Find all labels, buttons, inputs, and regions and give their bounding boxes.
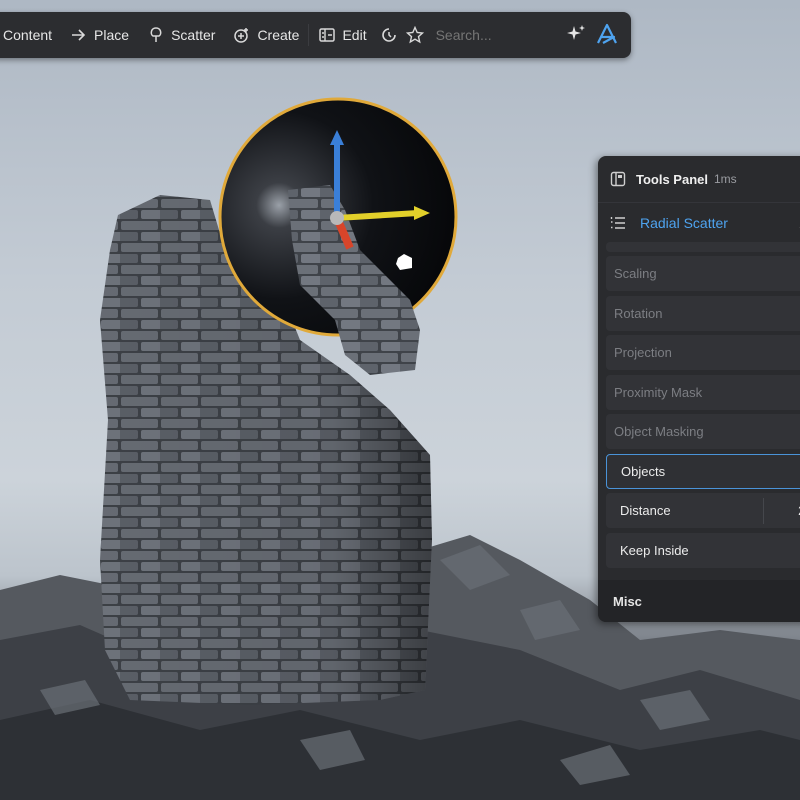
section-label: Object Masking <box>614 424 704 439</box>
toolbar-item-place[interactable]: Place <box>61 18 138 52</box>
tb-label-content: Content <box>3 27 53 43</box>
favorite-button[interactable] <box>402 18 428 52</box>
create-icon <box>234 28 249 43</box>
app-logo-button[interactable] <box>595 22 619 49</box>
panel-layout-icon[interactable] <box>610 171 626 187</box>
section-partial[interactable] <box>606 242 800 252</box>
distance-field[interactable]: Distance 2. <box>606 493 800 528</box>
list-icon <box>610 217 625 229</box>
panel-title: Tools Panel <box>636 171 708 187</box>
keep-inside-toggle[interactable]: Keep Inside <box>606 532 800 568</box>
section-proximity-mask[interactable]: Proximity Mask <box>606 374 800 410</box>
distance-label: Distance <box>620 503 671 518</box>
app-logo-icon <box>597 23 617 44</box>
edit-icon <box>319 28 336 42</box>
section-object-masking[interactable]: Object Masking <box>606 414 800 449</box>
section-misc[interactable]: Misc <box>598 580 800 622</box>
section-label: Rotation <box>614 305 663 321</box>
star-icon <box>405 26 424 44</box>
objects-label: Objects <box>621 463 666 479</box>
tool-selector[interactable]: Radial Scatter <box>598 203 800 243</box>
history-icon <box>381 28 396 42</box>
section-scaling[interactable]: Scaling <box>606 256 800 291</box>
misc-label: Misc <box>613 593 642 609</box>
section-label: Projection <box>614 345 672 360</box>
toolbar-item-scatter[interactable]: Scatter <box>138 18 224 52</box>
arrow-right-icon <box>72 29 86 41</box>
sparkles-icon <box>567 24 585 40</box>
objects-field[interactable]: Objects 1 <box>606 453 800 489</box>
distance-value[interactable]: 2. <box>763 497 800 524</box>
tb-label-edit: Edit <box>342 27 367 43</box>
scatter-icon <box>150 27 162 42</box>
tb-label-scatter: Scatter <box>171 27 216 43</box>
toolbar-item-content[interactable]: Content <box>0 18 61 52</box>
main-toolbar: Content Place Scatter Create Edit <box>0 12 631 58</box>
section-rotation[interactable]: Rotation <box>606 295 800 331</box>
toolbar-item-edit[interactable]: Edit <box>309 18 375 52</box>
settings-list: Scaling Rotation Projection Proximity Ma… <box>606 242 800 572</box>
section-label: Proximity Mask <box>614 384 703 400</box>
tb-label-create: Create <box>257 27 300 43</box>
section-label: Scaling <box>614 266 657 281</box>
ai-assist-button[interactable] <box>565 23 587 48</box>
search-input[interactable] <box>433 26 548 44</box>
tools-panel: Tools Panel 1ms Radial Scatter Scaling R… <box>598 156 800 622</box>
panel-time: 1ms <box>714 172 737 186</box>
tb-label-place: Place <box>94 27 130 43</box>
toolbar-item-create[interactable]: Create <box>224 18 308 52</box>
keep-inside-label: Keep Inside <box>620 542 689 558</box>
panel-header: Tools Panel 1ms <box>598 156 800 203</box>
tool-name: Radial Scatter <box>640 215 728 231</box>
section-projection[interactable]: Projection <box>606 335 800 370</box>
history-button[interactable] <box>376 18 402 52</box>
